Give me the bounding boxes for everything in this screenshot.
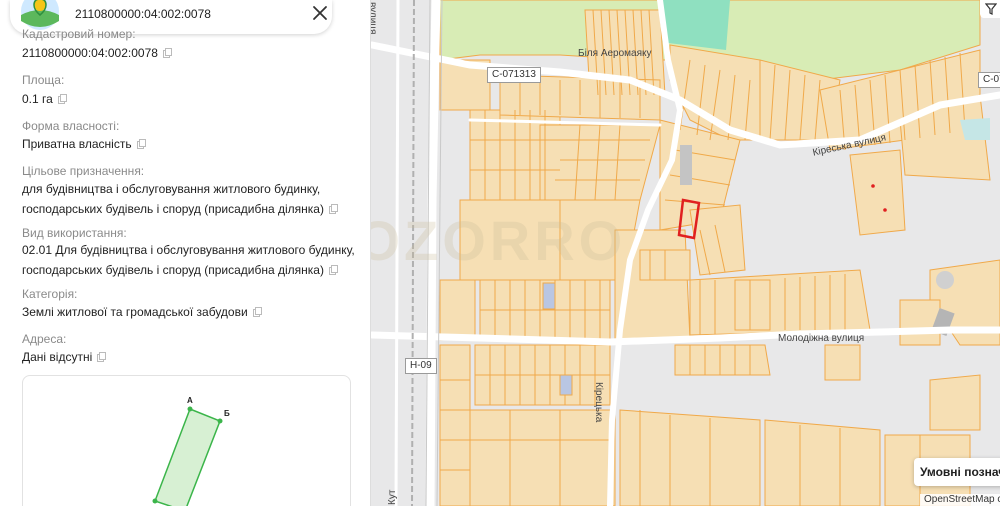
legend-button[interactable]: Умовні позначення [914,458,1000,486]
plot-vertex [217,418,223,424]
road-label-h09: Н-09 [405,358,437,374]
land-parcel[interactable] [674,344,771,376]
category-value-text: Землі житлової та громадської забудови [22,305,248,319]
marker-dot [883,208,887,212]
search-value[interactable]: 2110800000:04:002:0078 [75,7,211,21]
purpose-value-line1: для будівництва і обслуговування житлово… [22,182,321,196]
teal-area [660,0,730,50]
parcel-info-panel: 2110800000:04:002:0078 Кадастровий номер… [0,0,371,506]
street-label-kust: Кут [387,489,398,505]
land-parcel[interactable] [539,124,661,201]
land-parcel[interactable] [689,269,871,336]
map-attribution[interactable]: OpenStreetMap co [920,494,1000,506]
plot-polygon [154,408,221,506]
usage-label: Вид використання: [22,226,127,240]
copy-icon[interactable] [328,204,338,214]
land-parcel[interactable] [439,279,476,341]
copy-icon[interactable] [162,48,172,58]
filter-icon [985,3,997,15]
close-icon [313,6,327,20]
area-label: Площа: [22,73,65,87]
usage-value: 02.01 Для будівництва і обслуговування ж… [22,240,355,280]
copy-icon[interactable] [57,94,67,104]
category-label: Категорія: [22,287,78,301]
plot-vertex [152,498,158,504]
land-parcel[interactable] [619,409,761,506]
area-value: 0.1 га [22,89,67,109]
category-value: Землі житлової та громадської забудови [22,302,262,322]
plot-vertex [187,406,193,412]
copy-icon[interactable] [97,352,107,362]
purpose-value-line2: господарських будівель і споруд (присади… [22,202,324,216]
marker-dot [871,184,875,188]
filter-button[interactable] [980,0,1000,18]
usage-value-line1: 02.01 Для будівництва і обслуговування ж… [22,243,355,257]
ownership-value-text: Приватна власність [22,137,132,151]
land-parcel[interactable] [459,199,561,281]
usage-value-line2: господарських будівель і споруд (присади… [22,263,324,277]
road-label-c071313: С-071313 [487,67,541,83]
purpose-value: для будівництва і обслуговування житлово… [22,179,338,219]
plot-shape-preview: А Б [22,375,351,506]
land-parcel[interactable] [824,344,861,381]
building [936,271,954,289]
purpose-label: Цільове призначення: [22,164,145,178]
road-label-c07: С-07 [978,72,1000,88]
land-parcel[interactable] [899,299,941,346]
area-value-text: 0.1 га [22,92,53,106]
land-parcel[interactable] [764,419,881,506]
address-value-text: Дані відсутні [22,350,93,364]
address-label: Адреса: [22,332,67,346]
plot-point-b: Б [224,409,230,418]
blue-parcel [542,282,556,310]
cadastral-value: 2110800000:04:002:0078 [22,43,172,63]
land-parcel[interactable] [469,409,616,506]
blue-parcel [559,374,573,396]
copy-icon[interactable] [328,265,338,275]
land-parcel[interactable] [929,374,981,431]
usage-value-line2-wrap: господарських будівель і споруд (присади… [22,260,355,280]
cadastral-value-text: 2110800000:04:002:0078 [22,46,158,60]
address-value: Дані відсутні [22,347,107,367]
purpose-value-line2-wrap: господарських будівель і споруд (присади… [22,199,338,219]
street-label-kirecha: Кірецька [593,382,604,423]
land-parcel[interactable] [439,344,471,506]
ownership-value: Приватна власність [22,134,146,154]
copy-icon[interactable] [252,307,262,317]
land-parcel[interactable] [849,149,906,236]
place-label-bilya-aeromayaku: Біля Аеромаяку [578,48,652,59]
street-label-molodizhna: Молодіжна вулиця [778,333,865,344]
building [680,145,692,185]
copy-icon[interactable] [136,139,146,149]
cadastral-label: Кадастровий номер: [22,27,136,41]
pond [960,118,990,140]
land-parcel[interactable] [734,279,771,331]
ownership-label: Форма власності: [22,119,120,133]
plot-point-a: А [187,396,193,405]
close-button[interactable] [309,2,331,24]
